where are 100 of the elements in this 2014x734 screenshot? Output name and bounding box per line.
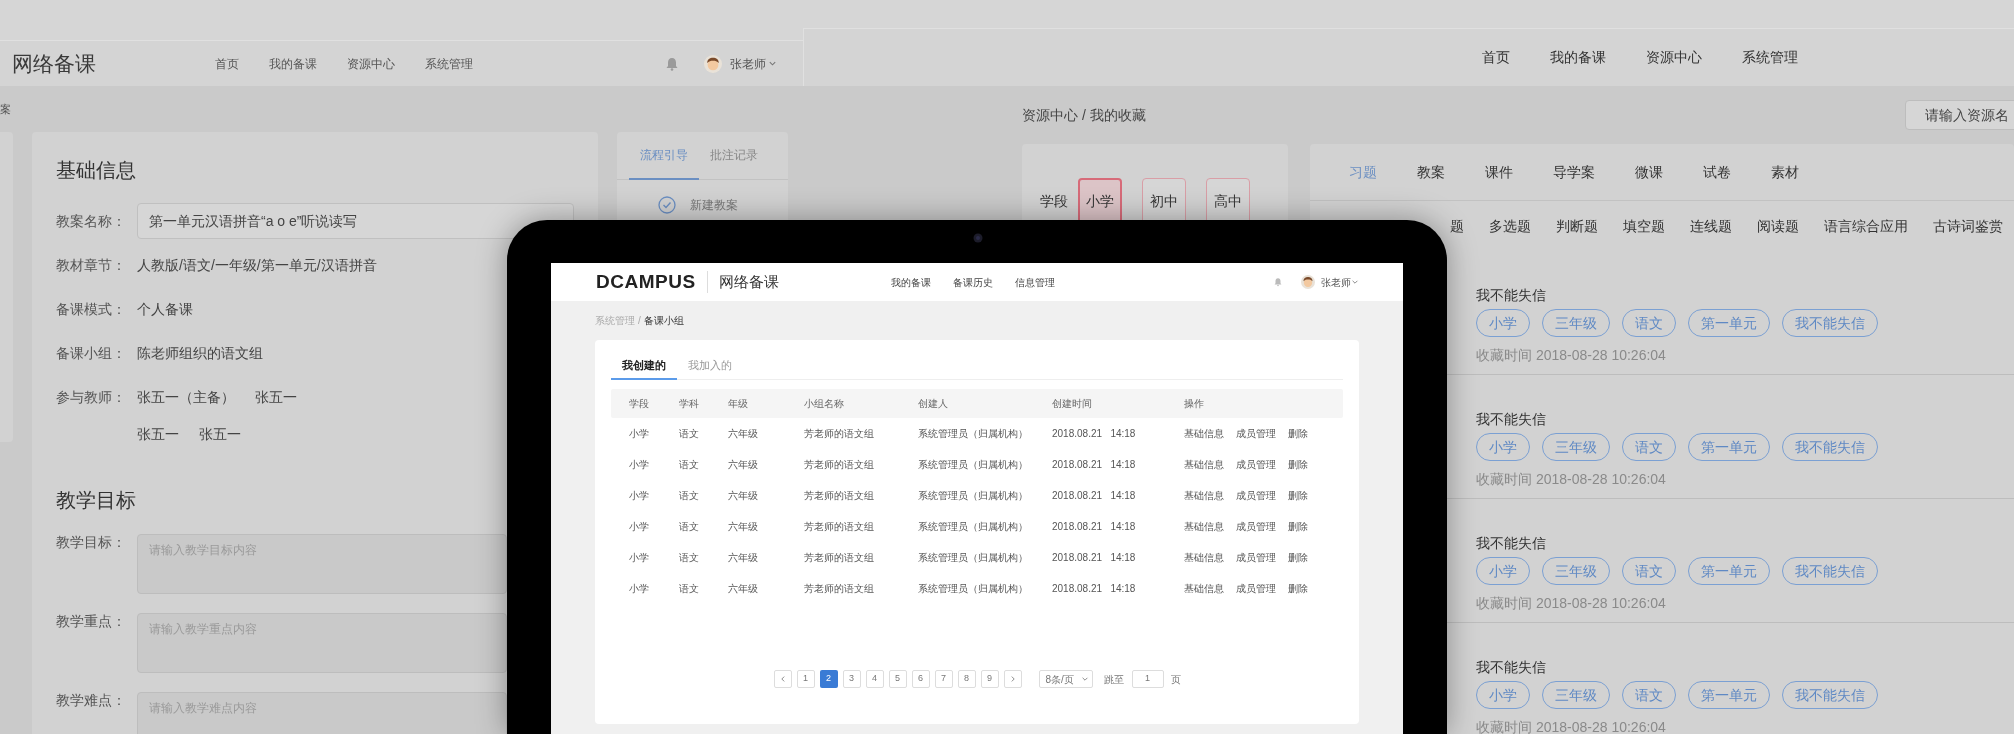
field-value: 人教版/语文/一年级/第一单元/汉语拼音 xyxy=(137,255,377,275)
action-link[interactable]: 成员管理 xyxy=(1236,426,1276,441)
breadcrumb-separator: / xyxy=(638,314,641,328)
nav-link[interactable]: 我的备课 xyxy=(269,54,317,73)
item-title[interactable]: 我不能失信 xyxy=(1476,410,2014,428)
nav-link[interactable]: 信息管理 xyxy=(1014,274,1055,290)
nav-link[interactable]: 首页 xyxy=(1482,47,1510,68)
user-name[interactable]: 张老师 xyxy=(730,54,766,73)
filter-option[interactable]: 语言综合应用 xyxy=(1824,215,1908,237)
action-link[interactable]: 成员管理 xyxy=(1236,488,1276,503)
table-cell-text: 语文 xyxy=(679,427,700,441)
teacher-name: 张五一（主备） xyxy=(137,388,235,407)
filter-label: 学段 xyxy=(1040,191,1068,211)
page-button[interactable]: 5 xyxy=(888,670,907,688)
filter-option[interactable]: 古诗词鉴赏 xyxy=(1933,215,2003,237)
nav-link[interactable]: 我的备课 xyxy=(890,274,931,290)
filter-option[interactable]: 题 xyxy=(1450,215,1464,237)
action-link[interactable]: 删除 xyxy=(1288,457,1308,472)
chevron-left-icon[interactable] xyxy=(773,670,792,688)
page-button[interactable]: 6 xyxy=(911,670,930,688)
table-cell-text: 系统管理员（归属机构） xyxy=(918,582,1029,596)
bell-icon[interactable] xyxy=(1273,277,1283,287)
filter-option[interactable]: 连线题 xyxy=(1690,215,1732,237)
action-link[interactable]: 成员管理 xyxy=(1236,519,1276,534)
jump-label: 跳至 xyxy=(1103,672,1124,687)
action-link[interactable]: 成员管理 xyxy=(1236,581,1276,596)
input-field[interactable]: 第一单元汉语拼音“a o e”听说读写 xyxy=(137,203,574,239)
chevron-down-icon[interactable] xyxy=(1351,278,1359,286)
tab[interactable]: 教案 xyxy=(1417,161,1445,183)
table-cell-text: 六年级 xyxy=(728,427,759,441)
teacher-name: 张五一 xyxy=(255,388,297,407)
page-size-select[interactable]: 8条/页 xyxy=(1038,670,1093,688)
item-title[interactable]: 我不能失信 xyxy=(1476,286,2014,304)
table-cell-text: 2018.08.21 14:18 xyxy=(1052,551,1137,565)
nav-link[interactable]: 备课历史 xyxy=(952,274,993,290)
table-cell-text: 系统管理员（归属机构） xyxy=(918,427,1029,441)
action-link[interactable]: 基础信息 xyxy=(1184,426,1224,441)
table-cell-text: 六年级 xyxy=(728,582,759,596)
table-cell-text: 六年级 xyxy=(728,520,759,534)
tab[interactable]: 我创建的 xyxy=(611,352,677,380)
action-link[interactable]: 删除 xyxy=(1288,426,1308,441)
table-cell-text: 芳老师的语文组 xyxy=(804,489,875,503)
tab[interactable]: 微课 xyxy=(1635,161,1663,183)
table-cell-text: 芳老师的语文组 xyxy=(804,458,875,472)
action-link[interactable]: 基础信息 xyxy=(1184,488,1224,503)
nav-link[interactable]: 资源中心 xyxy=(1646,47,1702,68)
filter-option[interactable]: 阅读题 xyxy=(1757,215,1799,237)
table-cell-text: 系统管理员（归属机构） xyxy=(918,458,1029,472)
bell-icon[interactable] xyxy=(664,55,680,72)
nav-link[interactable]: 系统管理 xyxy=(1742,47,1798,68)
action-link[interactable]: 基础信息 xyxy=(1184,519,1224,534)
nav-link[interactable]: 系统管理 xyxy=(425,54,473,73)
table-cell-text: 系统管理员（归属机构） xyxy=(918,520,1029,534)
item-title[interactable]: 我不能失信 xyxy=(1476,658,2014,676)
page-button[interactable]: 3 xyxy=(842,670,861,688)
item-title[interactable]: 我不能失信 xyxy=(1476,534,2014,552)
filter-option[interactable]: 填空题 xyxy=(1623,215,1665,237)
tab[interactable]: 素材 xyxy=(1771,161,1799,183)
camera-icon xyxy=(973,233,983,243)
page-button[interactable]: 8 xyxy=(957,670,976,688)
action-link[interactable]: 基础信息 xyxy=(1184,457,1224,472)
page-button[interactable]: 2 xyxy=(819,670,838,688)
timestamp: 收藏时间 2018-08-28 10:26:04 xyxy=(1476,471,1667,487)
nav-link[interactable]: 我的备课 xyxy=(1550,47,1606,68)
nav-link[interactable]: 首页 xyxy=(215,54,239,73)
page-input[interactable]: 1 xyxy=(1131,670,1164,688)
chevron-down-icon[interactable] xyxy=(1080,675,1089,683)
user-name[interactable]: 张老师 xyxy=(1321,274,1351,290)
action-link[interactable]: 删除 xyxy=(1288,519,1308,534)
timestamp: 收藏时间 2018-08-28 10:26:04 xyxy=(1476,347,1667,363)
table-cell-text: 2018.08.21 14:18 xyxy=(1052,458,1137,472)
field-label: 教学重点： xyxy=(56,613,127,629)
avatar-icon[interactable] xyxy=(1301,275,1315,289)
chevron-down-icon[interactable] xyxy=(768,59,777,68)
table-cell-text: 小学 xyxy=(629,551,650,565)
tab[interactable]: 试卷 xyxy=(1703,161,1731,183)
action-link[interactable]: 基础信息 xyxy=(1184,550,1224,565)
filter-option[interactable]: 多选题 xyxy=(1489,215,1531,237)
action-link[interactable]: 删除 xyxy=(1288,550,1308,565)
page-button[interactable]: 1 xyxy=(796,670,815,688)
logo: DCAMPUS xyxy=(596,269,696,294)
page-button[interactable]: 9 xyxy=(980,670,999,688)
action-link[interactable]: 删除 xyxy=(1288,488,1308,503)
nav-link[interactable]: 资源中心 xyxy=(347,54,395,73)
column-header: 创建人 xyxy=(918,397,949,411)
avatar-icon[interactable] xyxy=(704,54,722,73)
tab[interactable]: 导学案 xyxy=(1553,161,1595,183)
action-link[interactable]: 成员管理 xyxy=(1236,457,1276,472)
action-link[interactable]: 基础信息 xyxy=(1184,581,1224,596)
action-link[interactable]: 成员管理 xyxy=(1236,550,1276,565)
page-button[interactable]: 7 xyxy=(934,670,953,688)
app-title: 网络备课 xyxy=(12,50,97,77)
chevron-right-icon[interactable] xyxy=(1003,670,1022,688)
breadcrumb: 资源中心 / 我的收藏 xyxy=(1022,105,1146,125)
search-field[interactable]: 请输入资源名 xyxy=(1905,100,2014,130)
tab[interactable]: 课件 xyxy=(1485,161,1513,183)
page-button[interactable]: 4 xyxy=(865,670,884,688)
app-title: 网络备课 xyxy=(718,271,779,292)
filter-option[interactable]: 判断题 xyxy=(1556,215,1598,237)
action-link[interactable]: 删除 xyxy=(1288,581,1308,596)
